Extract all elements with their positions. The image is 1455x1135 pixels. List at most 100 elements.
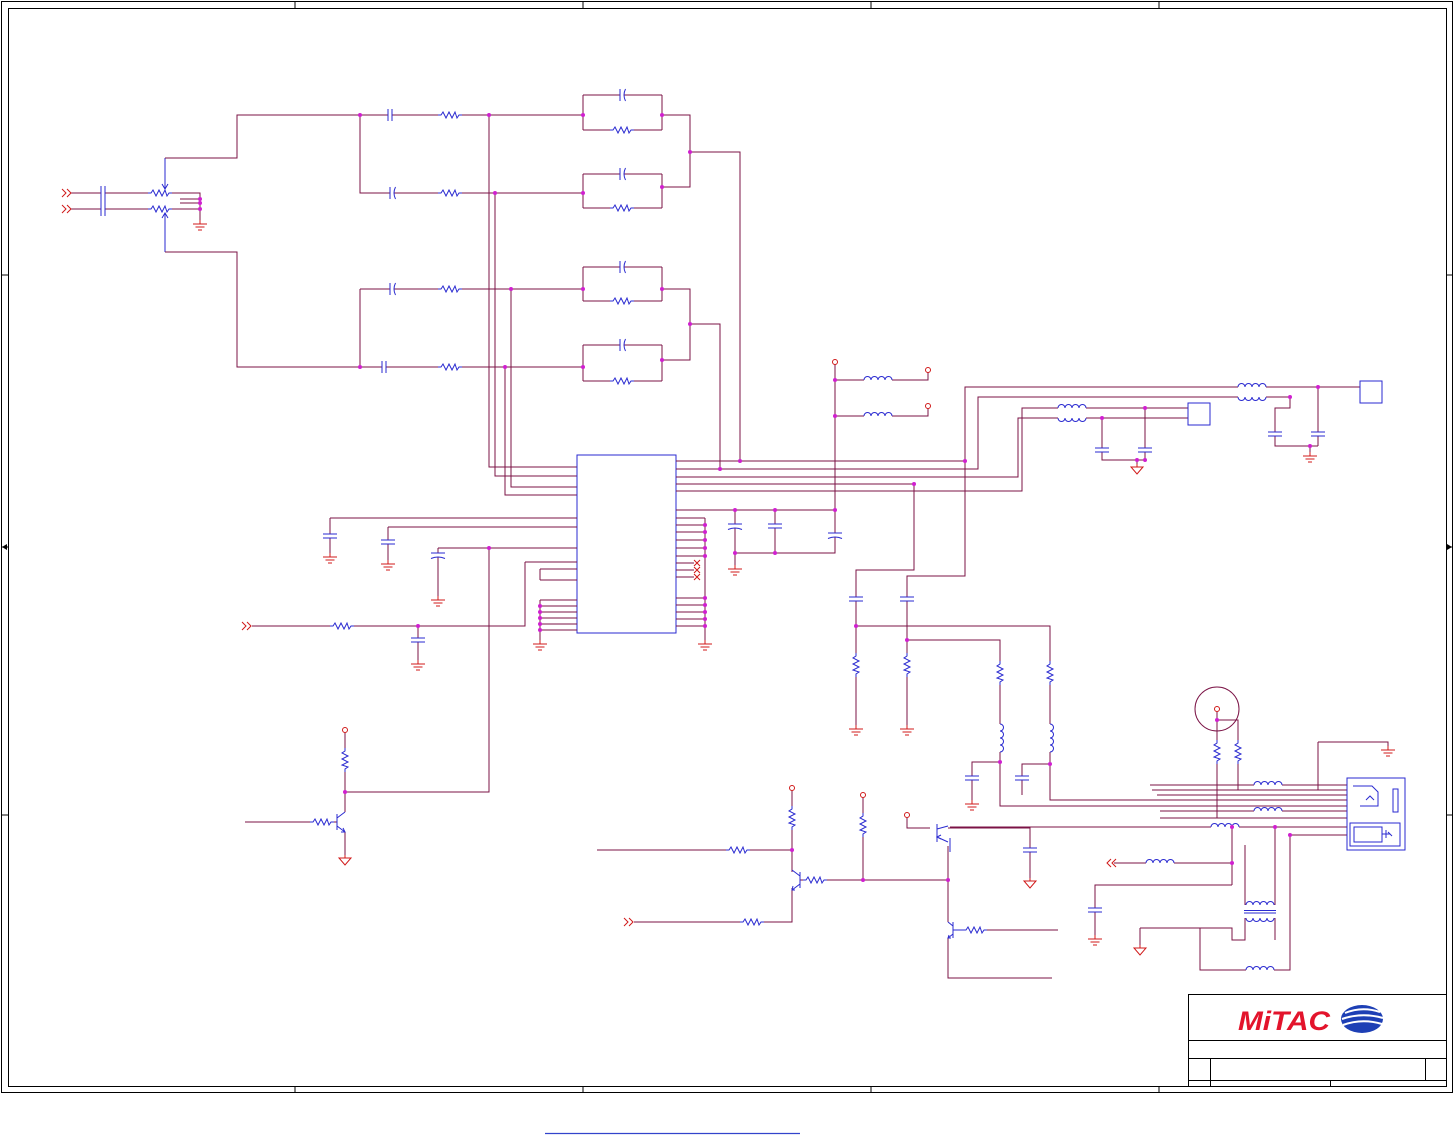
secondary-filter-wires: [1101, 408, 1146, 464]
junction-dot: [538, 604, 542, 608]
junction-dot: [1215, 718, 1219, 722]
resistor: [609, 377, 635, 385]
junction-dot: [503, 365, 507, 369]
junction-dot: [198, 207, 202, 211]
ground-icon: [192, 219, 208, 231]
npn-transistor: [336, 811, 346, 833]
power-pin: [832, 359, 838, 365]
junction-dot: [833, 508, 837, 512]
transformer-core: [1244, 910, 1276, 914]
junction-dot: [1048, 762, 1052, 766]
resistor: [802, 876, 828, 884]
ic-output-wires: [676, 386, 1360, 492]
ground-icon: [899, 724, 915, 736]
junction-dot: [905, 638, 909, 642]
resistor: [329, 622, 355, 630]
resistor: [739, 918, 765, 926]
junction-dot: [538, 622, 542, 626]
junction-dot: [538, 628, 542, 632]
ic-input-wires: [488, 115, 577, 496]
capacitor: [381, 360, 387, 374]
capacitor: [380, 539, 396, 545]
junction-dot: [1288, 833, 1292, 837]
junction-dot: [1273, 825, 1277, 829]
junction-dot: [703, 554, 707, 558]
capacitor: [322, 533, 338, 539]
zone-ticks: [1, 1, 1453, 1093]
input-wires: [71, 192, 148, 210]
output-connector-box: [1359, 380, 1383, 404]
title-block: MiTAC: [1188, 994, 1447, 1087]
lower-feed-net: [165, 251, 390, 368]
capacitor: [1014, 775, 1030, 781]
junction-dot: [487, 113, 491, 117]
outer-frame: [1, 1, 1453, 1093]
inductor: [1049, 723, 1054, 753]
resistor: [437, 111, 463, 119]
capacitor: [1310, 431, 1326, 437]
ground-icon: [410, 659, 426, 671]
rc-block-1: [582, 94, 663, 131]
junction-dot: [703, 617, 707, 621]
resistor: [437, 189, 463, 197]
junction-dot: [703, 596, 707, 600]
resistor: [147, 205, 173, 213]
capacitor: [1022, 847, 1038, 853]
junction-dot: [703, 603, 707, 607]
resistor: [609, 297, 635, 305]
resistor: [309, 818, 335, 826]
inductor: [1145, 859, 1175, 864]
resistor: [1046, 660, 1054, 686]
inductor: [999, 723, 1004, 753]
spdif-transformer-wires: [1094, 827, 1291, 971]
audio-input-stage: [71, 158, 201, 252]
audio-jack-spring: [1382, 830, 1393, 838]
power-pin: [925, 367, 931, 373]
junction-dot: [581, 191, 585, 195]
ground-icon: [848, 724, 864, 736]
npn-transistor: [791, 869, 801, 891]
ground-icon: [322, 552, 338, 564]
junction-dot: [718, 467, 722, 471]
resistor: [725, 846, 751, 854]
audio-jack-insert: [1353, 826, 1383, 843]
junction-dot: [1288, 395, 1292, 399]
junction-dot: [493, 191, 497, 195]
resistor: [903, 652, 911, 678]
junction-dot: [833, 378, 837, 382]
no-connect-marks: [693, 559, 701, 581]
junction-dot: [773, 551, 777, 555]
secondary-connector-box: [1187, 402, 1211, 426]
capacitor: [1267, 431, 1283, 437]
component-symbols: [61, 88, 1396, 971]
junction-dot: [1143, 458, 1147, 462]
capacitor: [848, 596, 864, 602]
junction-dot: [358, 113, 362, 117]
ic-package: [576, 454, 677, 634]
resistor: [1213, 739, 1221, 765]
control-input-wire: [252, 561, 577, 660]
inductor: [1253, 781, 1283, 786]
junction-dot: [963, 459, 967, 463]
ground-icon: [1302, 451, 1318, 463]
double-chevron-icon: [61, 204, 72, 214]
ground-icon: [697, 639, 713, 651]
junction-dot: [703, 546, 707, 550]
resistor: [852, 652, 860, 678]
ground-icon: [430, 595, 446, 607]
inductor: [1253, 807, 1283, 812]
ground-icon: [964, 799, 980, 811]
output-shunt-cap-wires: [971, 761, 1050, 800]
filter-network: [165, 94, 741, 496]
summing-wires: [662, 114, 741, 469]
double-chevron-icon: [61, 188, 72, 198]
shield-ground-wire: [1317, 741, 1389, 790]
junction-dot: [581, 365, 585, 369]
ic-right-nets: [676, 364, 1383, 640]
junction-dot: [660, 113, 664, 117]
junction-dot: [198, 197, 202, 201]
resistor: [437, 363, 463, 371]
junction-dot: [198, 201, 202, 205]
npn-transistor: [947, 921, 963, 939]
capacitor: [767, 523, 783, 529]
